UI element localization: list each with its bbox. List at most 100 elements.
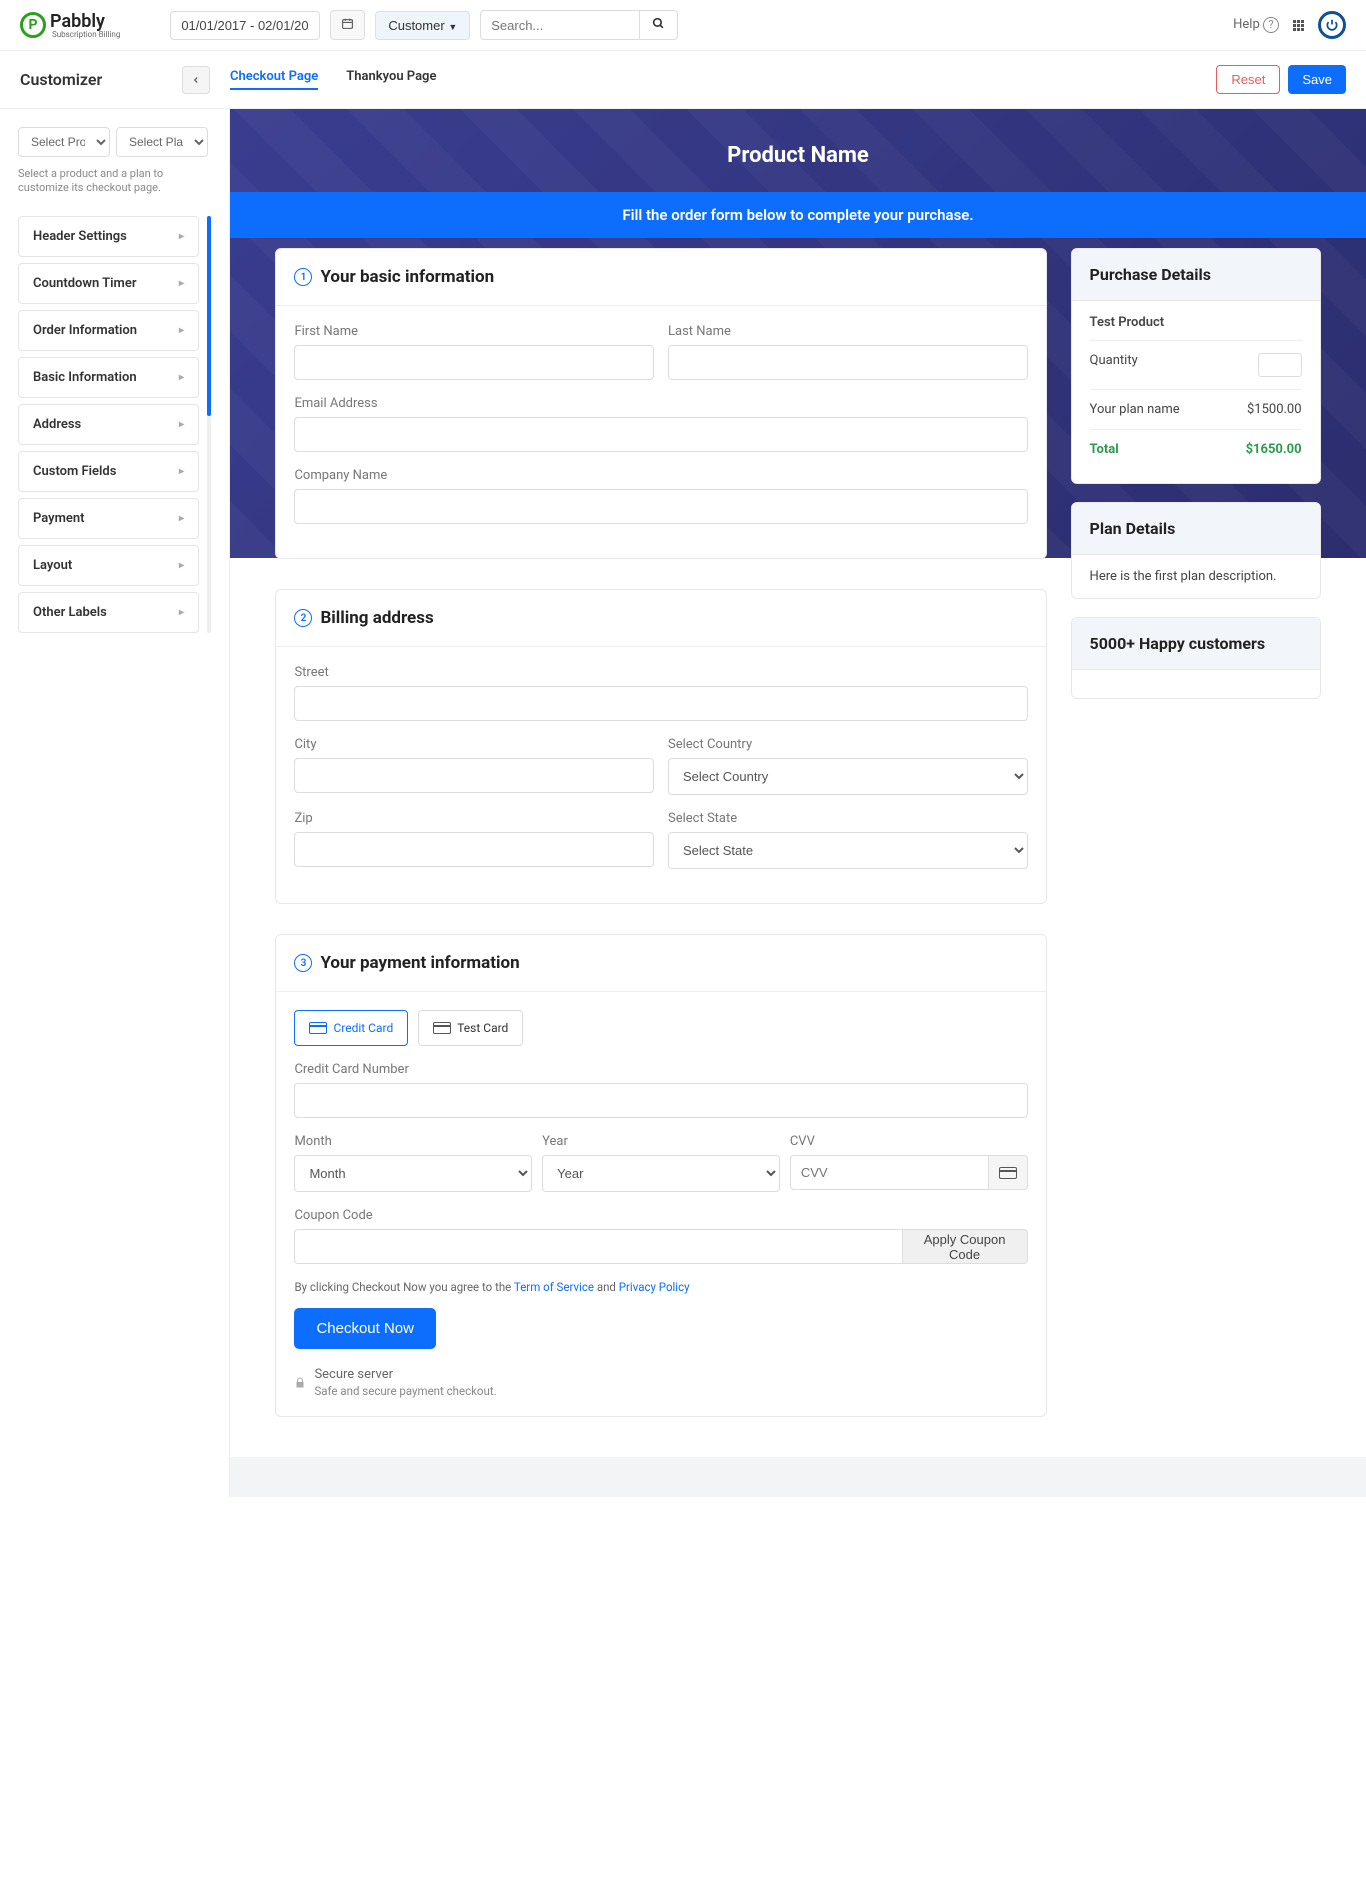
billing-section: 2Billing address Street City [275,589,1046,904]
top-nav: P Pabbly Subscription Billing Customer ▼… [0,0,1366,51]
email-input[interactable] [294,417,1027,452]
preview-pane: Product Name Fill the order form below t… [230,109,1366,1497]
coupon-label: Coupon Code [294,1208,1027,1223]
billing-heading: Billing address [320,608,433,628]
plan-details-card: Plan Details Here is the first plan desc… [1071,502,1321,599]
reset-button[interactable]: Reset [1216,65,1280,94]
privacy-link[interactable]: Privacy Policy [619,1280,690,1294]
total-label: Total [1090,442,1119,457]
search-button[interactable] [640,10,678,40]
accordion-payment[interactable]: Payment▸ [18,498,199,539]
last-name-label: Last Name [668,324,1028,339]
quantity-label: Quantity [1090,353,1138,377]
chevron-right-icon: ▸ [179,372,184,383]
basic-info-section: 1 Your basic information First Name Last … [275,248,1046,559]
cvv-input[interactable] [790,1155,989,1190]
payment-method-credit-card[interactable]: Credit Card [294,1010,408,1046]
terms-link[interactable]: Term of Service [514,1280,594,1294]
coupon-input[interactable] [294,1229,902,1264]
plan-details-heading: Plan Details [1072,503,1320,555]
chevron-right-icon: ▸ [179,419,184,430]
accordion-custom-fields[interactable]: Custom Fields▸ [18,451,199,492]
chevron-right-icon: ▸ [179,513,184,524]
date-range-input[interactable] [170,11,320,40]
scrollbar[interactable] [207,216,211,633]
checkout-button[interactable]: Checkout Now [294,1308,436,1349]
chevron-right-icon: ▸ [179,466,184,477]
accordion-basic-information[interactable]: Basic Information▸ [18,357,199,398]
last-name-input[interactable] [668,345,1028,380]
logo: P Pabbly Subscription Billing [20,11,120,39]
page-title: Customizer [20,70,102,89]
credit-card-icon [309,1022,327,1034]
first-name-input[interactable] [294,345,654,380]
step-1-icon: 1 [294,268,312,286]
purchase-details-card: Purchase Details Test Product Quantity Y… [1071,248,1321,484]
sub-header: Customizer Checkout Page Thankyou Page R… [0,51,1366,109]
month-select[interactable]: Month [294,1155,532,1192]
customer-dropdown[interactable]: Customer ▼ [375,11,470,40]
apply-coupon-button[interactable]: Apply Coupon Code [903,1229,1028,1264]
secure-subtext: Safe and secure payment checkout. [314,1384,496,1398]
sidebar-hint: Select a product and a plan to customize… [18,167,211,196]
country-select[interactable]: Select Country [668,758,1028,795]
chevron-right-icon: ▸ [179,325,184,336]
select-product-dropdown[interactable]: Select Produ... [18,127,110,157]
payment-section: 3 Your payment information Credit Card Te… [275,934,1046,1417]
lock-icon [294,1377,306,1389]
accordion-layout[interactable]: Layout▸ [18,545,199,586]
apps-grid-icon[interactable] [1293,20,1304,31]
street-input[interactable] [294,686,1027,721]
step-3-icon: 3 [294,954,312,972]
search-icon [652,17,665,30]
chevron-down-icon: ▼ [448,22,457,32]
month-label: Month [294,1134,532,1149]
city-label: City [294,737,654,752]
state-label: Select State [668,811,1028,826]
first-name-label: First Name [294,324,654,339]
chevron-right-icon: ▸ [179,607,184,618]
tab-thankyou-page[interactable]: Thankyou Page [346,69,436,90]
city-input[interactable] [294,758,654,793]
cc-number-label: Credit Card Number [294,1062,1027,1077]
save-button[interactable]: Save [1288,65,1346,94]
product-name: Test Product [1090,315,1302,341]
power-button[interactable] [1318,11,1346,39]
zip-input[interactable] [294,832,654,867]
calendar-icon [341,17,354,30]
tab-checkout-page[interactable]: Checkout Page [230,69,318,90]
state-select[interactable]: Select State [668,832,1028,869]
happy-customers-card: 5000+ Happy customers [1071,617,1321,699]
help-link[interactable]: Help ? [1233,17,1279,33]
cvv-card-icon [989,1155,1028,1190]
step-2-icon: 2 [294,609,312,627]
select-plans-dropdown[interactable]: Select Plans [116,127,208,157]
chevron-left-icon [191,75,201,85]
plan-description: Here is the first plan description. [1072,555,1320,598]
quantity-input[interactable] [1258,353,1302,377]
accordion-address[interactable]: Address▸ [18,404,199,445]
back-button[interactable] [182,66,210,94]
accordion-order-information[interactable]: Order Information▸ [18,310,199,351]
calendar-button[interactable] [330,10,365,40]
cvv-label: CVV [790,1134,1028,1149]
accordion-countdown-timer[interactable]: Countdown Timer▸ [18,263,199,304]
banner-subtitle: Fill the order form below to complete yo… [230,192,1366,238]
year-select[interactable]: Year [542,1155,780,1192]
search-input[interactable] [480,10,640,40]
accordion-other-labels[interactable]: Other Labels▸ [18,592,199,633]
company-input[interactable] [294,489,1027,524]
cc-number-input[interactable] [294,1083,1027,1118]
banner-title: Product Name [230,109,1366,192]
brand-subtitle: Subscription Billing [52,30,120,39]
help-icon: ? [1263,17,1279,33]
chevron-right-icon: ▸ [179,231,184,242]
basic-heading: Your basic information [320,267,494,287]
accordion-header-settings[interactable]: Header Settings▸ [18,216,199,257]
secure-server-text: Secure server [314,1367,496,1382]
payment-method-test-card[interactable]: Test Card [418,1010,523,1046]
plan-price: $1500.00 [1247,402,1302,417]
payment-heading: Your payment information [320,953,519,973]
total-value: $1650.00 [1246,442,1302,457]
power-icon [1325,18,1339,32]
